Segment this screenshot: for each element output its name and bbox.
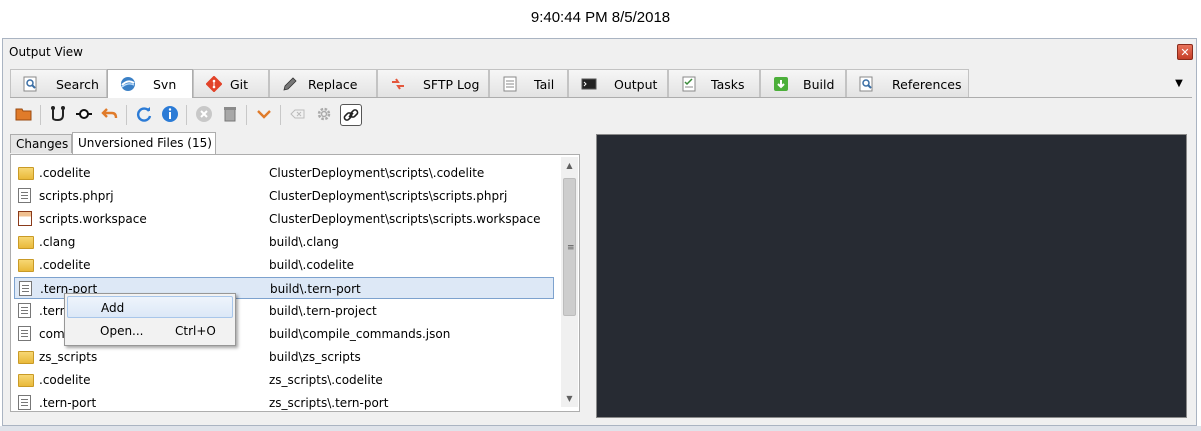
refresh-button[interactable] — [134, 105, 154, 125]
svn-icon — [121, 77, 135, 91]
tab-label: References — [892, 77, 962, 92]
refresh-icon — [137, 107, 152, 122]
branch-button[interactable] — [48, 105, 68, 125]
tab-tail[interactable]: Tail — [489, 69, 568, 97]
clock-display: 9:40:44 PM 8/5/2018 — [530, 9, 671, 26]
list-item[interactable]: .codelite build\.codelite — [14, 254, 554, 276]
references-icon — [859, 76, 873, 92]
chevron-down-icon: ▼ — [566, 394, 573, 403]
tab-label: SFTP Log — [423, 77, 480, 92]
clear-button[interactable] — [288, 105, 308, 125]
list-item[interactable]: scripts.phprj ClusterDeployment\scripts\s… — [14, 185, 554, 207]
folder-open-icon — [15, 108, 32, 121]
tab-references[interactable]: References — [846, 69, 969, 97]
chevron-down-icon — [257, 110, 271, 119]
tab-label: Svn — [153, 77, 177, 92]
scroll-down-button[interactable]: ▼ — [561, 390, 578, 407]
shortcut-label: Ctrl+O — [175, 324, 216, 338]
commit-icon — [76, 109, 92, 119]
list-item[interactable]: scripts.workspace ClusterDeployment\scrip… — [14, 208, 554, 230]
subtab-changes[interactable]: Changes — [10, 134, 72, 153]
scroll-up-button[interactable]: ▲ — [561, 157, 578, 174]
undo-icon — [101, 108, 118, 119]
revert-button[interactable] — [100, 105, 120, 125]
tab-output[interactable]: Output — [568, 69, 668, 97]
tab-git[interactable]: Git — [193, 69, 269, 97]
unversioned-files-list: .codelite ClusterDeployment\scripts\.code… — [10, 154, 580, 412]
grip-icon: ≡ — [567, 243, 575, 253]
info-button[interactable] — [160, 105, 180, 125]
tab-label: Tail — [534, 77, 555, 92]
tab-label: Tasks — [711, 77, 745, 92]
tab-label: Git — [230, 77, 249, 92]
tab-search[interactable]: Search — [10, 69, 107, 97]
tab-label: Search — [56, 77, 99, 92]
tab-label: Output — [614, 77, 658, 92]
list-scrollbar[interactable]: ▲ ≡ ▼ — [561, 157, 578, 407]
settings-button[interactable] — [314, 105, 334, 125]
tab-tasks[interactable]: Tasks — [668, 69, 760, 97]
folder-icon — [18, 167, 34, 180]
commit-button[interactable] — [74, 105, 94, 125]
chevron-down-icon: ▼ — [1175, 78, 1183, 89]
close-icon: ✕ — [1180, 46, 1190, 59]
clear-icon — [290, 109, 305, 119]
tab-svn[interactable]: Svn — [107, 69, 193, 98]
menu-item-add[interactable]: Add — [67, 296, 233, 318]
git-icon — [206, 76, 222, 92]
subtab-label: Changes — [16, 137, 69, 151]
file-icon — [18, 188, 31, 203]
folder-icon — [18, 236, 34, 249]
list-item[interactable]: .codelite zs_scripts\.codelite — [14, 369, 554, 391]
menu-item-open[interactable]: Open... Ctrl+O — [67, 320, 233, 342]
tabs-dropdown-button[interactable]: ▼ — [1169, 78, 1189, 94]
file-icon — [19, 281, 32, 296]
sftp-icon — [392, 78, 404, 90]
file-icon — [18, 303, 31, 318]
branch-icon — [51, 106, 65, 122]
list-item[interactable]: .codelite ClusterDeployment\scripts\.code… — [14, 162, 554, 184]
bottom-edge — [0, 426, 1201, 431]
pencil-icon — [283, 77, 297, 91]
tab-label: Replace — [308, 77, 358, 92]
folder-icon — [18, 374, 34, 387]
more-actions-button[interactable] — [254, 105, 274, 125]
chevron-up-icon: ▲ — [566, 161, 573, 170]
terminal-output-pane[interactable] — [596, 134, 1187, 418]
terminal-icon — [581, 78, 597, 90]
open-folder-button[interactable] — [14, 105, 34, 125]
stop-button[interactable] — [194, 105, 214, 125]
list-item[interactable]: .clang build\.clang — [14, 231, 554, 253]
folder-icon — [18, 259, 34, 272]
gear-icon — [317, 107, 331, 121]
link-editor-button[interactable] — [340, 104, 362, 126]
build-icon — [774, 77, 788, 91]
cancel-icon — [196, 106, 212, 122]
tab-build[interactable]: Build — [760, 69, 846, 97]
link-icon — [343, 109, 359, 121]
info-icon — [162, 106, 178, 122]
tab-replace[interactable]: Replace — [269, 69, 377, 97]
workspace-icon — [18, 211, 32, 226]
file-icon — [18, 326, 31, 341]
tasks-icon — [682, 76, 696, 92]
panel-title: Output View — [9, 45, 83, 59]
scrollbar-thumb[interactable]: ≡ — [563, 178, 576, 316]
svn-toolbar — [10, 103, 410, 127]
subtab-label: Unversioned Files (15) — [78, 136, 212, 150]
list-item[interactable]: zs_scripts build\zs_scripts — [14, 346, 554, 368]
search-icon — [23, 76, 37, 92]
tab-label: Build — [803, 77, 835, 92]
cleanup-button[interactable] — [220, 105, 240, 125]
file-icon — [18, 395, 31, 410]
close-panel-button[interactable]: ✕ — [1177, 44, 1193, 60]
list-item[interactable]: .tern-port zs_scripts\.tern-port — [14, 392, 554, 411]
folder-icon — [18, 351, 34, 364]
subtab-unversioned-files[interactable]: Unversioned Files (15) — [72, 132, 216, 154]
output-tabs: Search Svn Git Replace SFTP Log Tail Out… — [10, 69, 1192, 98]
context-menu: Add Open... Ctrl+O — [64, 293, 236, 346]
trash-icon — [224, 107, 236, 122]
tab-sftp-log[interactable]: SFTP Log — [377, 69, 489, 97]
tail-icon — [503, 76, 517, 92]
